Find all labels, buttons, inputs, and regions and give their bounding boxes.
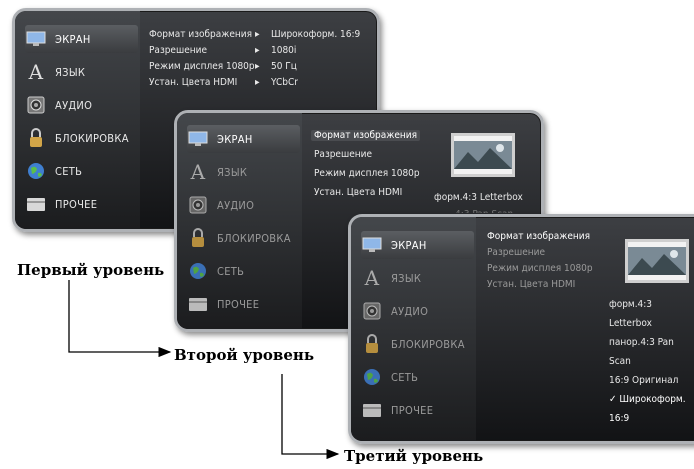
sidebar-item-label: ЯЗЫК (391, 271, 422, 285)
option-resolution[interactable]: Разрешение (314, 145, 420, 164)
sidebar-item-label: СЕТЬ (217, 264, 245, 278)
sidebar-item-language[interactable]: A ЯЗЫК (361, 264, 474, 292)
value-picture-format: Широкоформ. 16:9 (271, 29, 361, 40)
choice-panscan[interactable]: панор.4:3 Pan Scan (609, 333, 694, 371)
chevron-right-icon: ▸ (255, 61, 260, 72)
sidebar-item-label: ЯЗЫК (217, 165, 248, 179)
lock-icon (25, 127, 47, 149)
chevron-right-icon: ▸ (255, 45, 260, 56)
arrow-first-to-second (68, 280, 172, 358)
option-display-mode-1080p[interactable]: Режим дисплея 1080p (487, 261, 593, 277)
sidebar-item-label: ЭКРАН (391, 238, 427, 252)
letter-a-icon: A (364, 266, 380, 290)
sidebar-item-label: СЕТЬ (391, 370, 419, 384)
letter-a-icon: A (28, 60, 44, 84)
lock-icon (187, 227, 209, 249)
value-display-mode: 50 Гц (271, 61, 297, 72)
option-hdmi-color[interactable]: Устан. Цвета HDMI (149, 75, 255, 91)
preview-caption: форм.4:3 Letterbox (434, 192, 523, 203)
monitor-icon (361, 234, 383, 256)
sidebar-item-label: ЯЗЫК (55, 65, 86, 79)
letter-a-icon: A (190, 160, 206, 184)
sidebar-item-lock[interactable]: БЛОКИРОВКА (361, 330, 474, 358)
sidebar-item-network[interactable]: СЕТЬ (187, 257, 300, 285)
landscape-image-icon (628, 247, 686, 275)
choice-list: форм.4:3 Letterbox панор.4:3 Pan Scan 16… (609, 295, 694, 428)
sidebar-item-label: ПРОЧЕЕ (391, 403, 434, 417)
sidebar-item-label: БЛОКИРОВКА (391, 337, 465, 351)
sidebar-item-screen[interactable]: ЭКРАН (187, 125, 300, 153)
sidebar-item-label: АУДИО (55, 98, 93, 112)
sidebar-item-other[interactable]: ПРОЧЕЕ (25, 190, 138, 218)
option-hdmi-color[interactable]: Устан. Цвета HDMI (314, 183, 420, 202)
sidebar-item-lock[interactable]: БЛОКИРОВКА (187, 224, 300, 252)
sidebar-item-network[interactable]: СЕТЬ (25, 157, 138, 185)
sidebar-item-label: ЭКРАН (55, 32, 91, 46)
sidebar-item-lock[interactable]: БЛОКИРОВКА (25, 124, 138, 152)
speaker-icon (187, 194, 209, 216)
folder-icon (361, 399, 383, 421)
choice-widescreen[interactable]: ✓ Широкоформ. 16:9 (609, 390, 694, 428)
sidebar-item-screen[interactable]: ЭКРАН (361, 231, 474, 259)
choice-letterbox[interactable]: форм.4:3 Letterbox (609, 295, 694, 333)
monitor-icon (187, 128, 209, 150)
speaker-icon (25, 94, 47, 116)
option-picture-format[interactable]: Формат изображения (149, 27, 255, 43)
landscape-image-icon (454, 141, 512, 169)
options-list: Формат изображения Разрешение Режим дисп… (311, 126, 421, 202)
partial-caption: 4:3 Pan Scan (455, 207, 513, 213)
option-resolution[interactable]: Разрешение (149, 43, 255, 59)
sidebar-item-label: БЛОКИРОВКА (55, 131, 129, 145)
sidebar-item-label: ПРОЧЕЕ (55, 197, 98, 211)
option-display-mode-1080p[interactable]: Режим дисплея 1080p (314, 164, 420, 183)
speaker-icon (361, 300, 383, 322)
chevron-right-icon: ▸ (255, 29, 260, 40)
option-display-mode-1080p[interactable]: Режим дисплея 1080p (149, 59, 255, 75)
sidebar-item-audio[interactable]: АУДИО (25, 91, 138, 119)
monitor-icon (25, 28, 47, 50)
options-list: Формат изображения Разрешение Режим дисп… (487, 229, 593, 293)
sidebar-item-language[interactable]: A ЯЗЫК (187, 158, 300, 186)
sidebar-item-label: СЕТЬ (55, 164, 83, 178)
sidebar-item-label: БЛОКИРОВКА (217, 231, 291, 245)
option-picture-format[interactable]: Формат изображения (487, 229, 593, 245)
option-picture-format[interactable]: Формат изображения (311, 130, 421, 141)
sidebar-item-other[interactable]: ПРОЧЕЕ (187, 290, 300, 318)
settings-panel-third-level: ЭКРАН A ЯЗЫК АУДИО БЛОКИРОВКА СЕТЬ ПРОЧЕ… (348, 214, 694, 444)
lock-icon (361, 333, 383, 355)
sidebar-item-network[interactable]: СЕТЬ (361, 363, 474, 391)
option-hdmi-color[interactable]: Устан. Цвета HDMI (487, 277, 593, 293)
settings-sidebar: ЭКРАН A ЯЗЫК АУДИО БЛОКИРОВКА СЕТЬ ПРОЧЕ… (351, 217, 476, 441)
arrow-column: ▸ ▸ ▸ ▸ (255, 27, 260, 91)
sidebar-item-audio[interactable]: АУДИО (187, 191, 300, 219)
value-resolution: 1080i (271, 45, 297, 56)
checkmark-icon: ✓ (609, 394, 617, 405)
settings-sidebar: ЭКРАН A ЯЗЫК АУДИО БЛОКИРОВКА СЕТЬ ПРОЧЕ… (15, 11, 140, 229)
globe-icon (361, 366, 383, 388)
sidebar-item-label: АУДИО (391, 304, 429, 318)
preview-thumbnail (625, 239, 689, 283)
preview-thumbnail (451, 133, 515, 177)
options-list: Формат изображения Разрешение Режим дисп… (149, 27, 255, 91)
folder-icon (25, 193, 47, 215)
settings-sidebar: ЭКРАН A ЯЗЫК АУДИО БЛОКИРОВКА СЕТЬ ПРОЧЕ… (177, 113, 302, 329)
globe-icon (25, 160, 47, 182)
sidebar-item-label: ПРОЧЕЕ (217, 297, 260, 311)
values-list: Широкоформ. 16:9 1080i 50 Гц YCbCr (271, 27, 360, 91)
value-hdmi-color: YCbCr (271, 77, 298, 88)
sidebar-item-language[interactable]: A ЯЗЫК (25, 58, 138, 86)
globe-icon (187, 260, 209, 282)
arrow-second-to-third (281, 374, 340, 460)
sidebar-item-label: АУДИО (217, 198, 255, 212)
folder-icon (187, 293, 209, 315)
option-resolution[interactable]: Разрешение (487, 245, 593, 261)
sidebar-item-label: ЭКРАН (217, 132, 253, 146)
sidebar-item-other[interactable]: ПРОЧЕЕ (361, 396, 474, 424)
sidebar-item-audio[interactable]: АУДИО (361, 297, 474, 325)
chevron-right-icon: ▸ (255, 77, 260, 88)
sidebar-item-screen[interactable]: ЭКРАН (25, 25, 138, 53)
choice-widescreen-label: Широкоформ. 16:9 (609, 394, 686, 424)
choice-original[interactable]: 16:9 Оригинал (609, 371, 694, 390)
